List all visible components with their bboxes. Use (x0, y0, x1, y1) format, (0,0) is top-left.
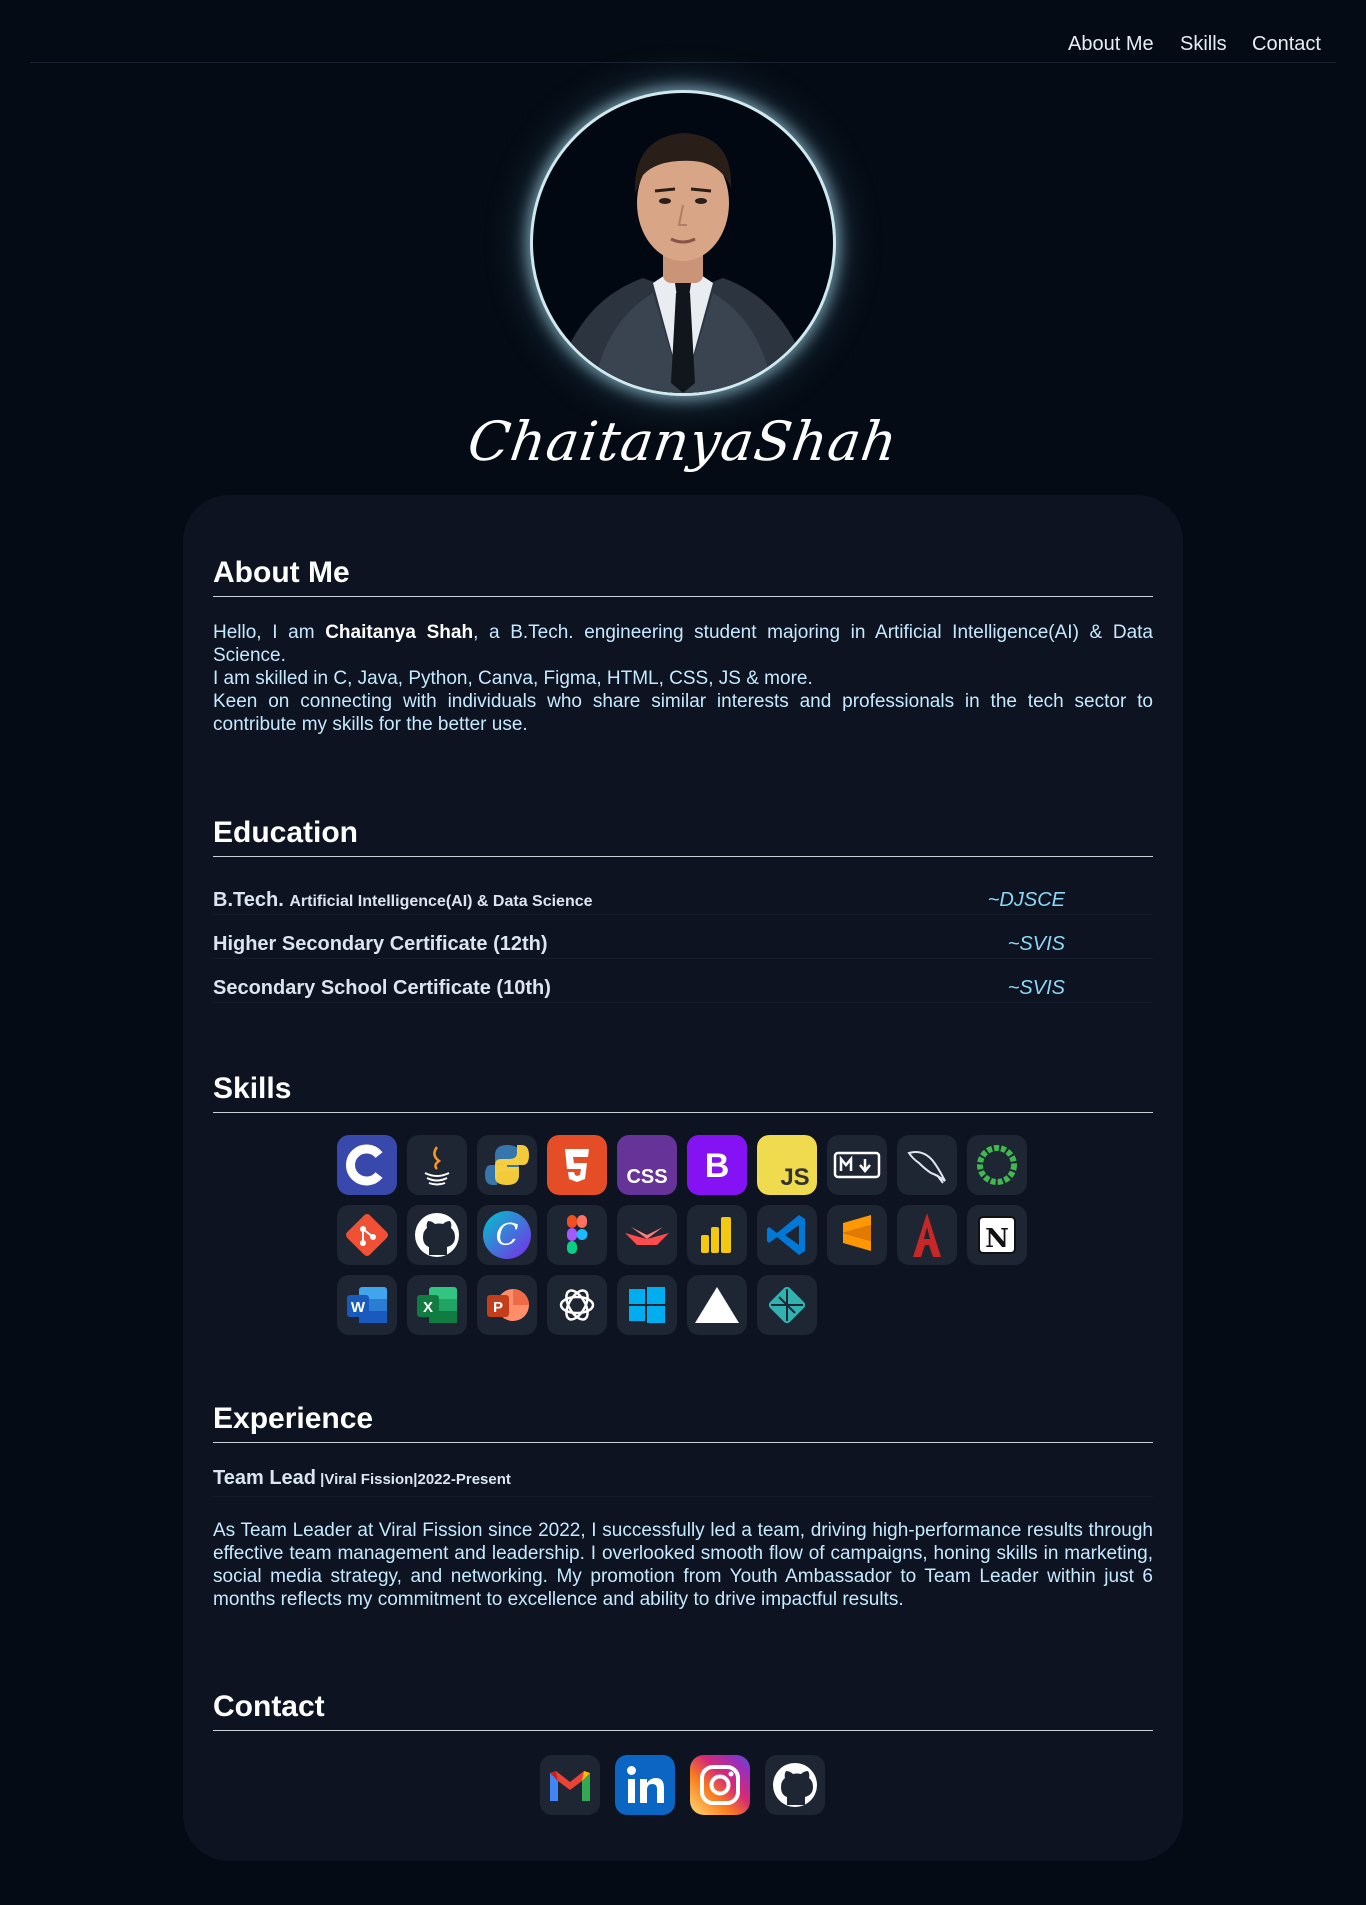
svg-text:X: X (423, 1299, 433, 1316)
about-line-3: Keen on connecting with individuals who … (213, 691, 1153, 735)
svg-text:P: P (493, 1299, 503, 1316)
github-icon[interactable] (765, 1755, 825, 1815)
profile-avatar (530, 90, 836, 396)
css-icon: CSS (617, 1135, 677, 1195)
github-icon (407, 1205, 467, 1265)
education-degree: Higher Secondary Certificate (12th) (213, 933, 548, 955)
python-icon (477, 1135, 537, 1195)
svg-text:JS: JS (780, 1164, 809, 1191)
about-line-2: I am skilled in C, Java, Python, Canva, … (213, 668, 813, 689)
sublime-icon (827, 1205, 887, 1265)
vercel-icon (687, 1275, 747, 1335)
gmail-icon[interactable] (540, 1755, 600, 1815)
powerpoint-icon: P (477, 1275, 537, 1335)
figma-icon (547, 1205, 607, 1265)
education-degree: B.Tech. Artificial Intelligence(AI) & Da… (213, 889, 593, 911)
windows-icon (617, 1275, 677, 1335)
education-institution: ~DJSCE (987, 889, 1065, 911)
top-nav: About Me Skills Contact (30, 0, 1336, 63)
experience-meta: |Viral Fission|2022-Present (316, 1471, 511, 1488)
java-icon (407, 1135, 467, 1195)
svg-text:B: B (705, 1147, 730, 1185)
education-row: Higher Secondary Certificate (12th) ~SVI… (213, 929, 1153, 959)
about-title: About Me (213, 555, 1153, 597)
experience-title: Experience (213, 1401, 1153, 1443)
experience-role: Team Lead (213, 1467, 316, 1489)
canva-icon: C (477, 1205, 537, 1265)
html5-icon (547, 1135, 607, 1195)
svg-text:N: N (985, 1224, 1009, 1254)
powerbi-icon (687, 1205, 747, 1265)
git-icon (337, 1205, 397, 1265)
education-row: B.Tech. Artificial Intelligence(AI) & Da… (213, 885, 1153, 915)
contact-title: Contact (213, 1689, 1153, 1731)
instagram-icon[interactable] (690, 1755, 750, 1815)
streamlit-icon (617, 1205, 677, 1265)
excel-icon: X (407, 1275, 467, 1335)
skills-title: Skills (213, 1071, 1153, 1113)
javascript-icon: JS (757, 1135, 817, 1195)
circle-ring-icon (967, 1135, 1027, 1195)
acrobat-icon (897, 1205, 957, 1265)
linkedin-icon[interactable] (615, 1755, 675, 1815)
mysql-icon (897, 1135, 957, 1195)
bootstrap-icon: B (687, 1135, 747, 1195)
education-institution: ~SVIS (1007, 933, 1065, 955)
svg-text:CSS: CSS (626, 1166, 667, 1188)
c-icon (337, 1135, 397, 1195)
signature-name: ChaitanyaShah (464, 410, 902, 473)
markdown-icon (827, 1135, 887, 1195)
word-icon: W (337, 1275, 397, 1335)
notion-icon: N (967, 1205, 1027, 1265)
nav-contact[interactable]: Contact (1252, 33, 1321, 56)
chatgpt-icon (547, 1275, 607, 1335)
education-row: Secondary School Certificate (10th) ~SVI… (213, 973, 1153, 1003)
vscode-icon (757, 1205, 817, 1265)
netlify-icon (757, 1275, 817, 1335)
education-degree: Secondary School Certificate (10th) (213, 977, 551, 999)
about-text: Hello, I am Chaitanya Shah, a B.Tech. en… (213, 621, 1153, 736)
nav-skills[interactable]: Skills (1180, 33, 1227, 56)
about-name: Chaitanya Shah (325, 622, 474, 643)
experience-header: Team Lead |Viral Fission|2022-Present (213, 1467, 1153, 1497)
education-title: Education (213, 815, 1153, 857)
svg-text:C: C (496, 1218, 519, 1253)
experience-description: As Team Leader at Viral Fission since 20… (213, 1520, 1153, 1610)
nav-about-me[interactable]: About Me (1068, 33, 1154, 56)
about-line-1: Hello, I am Chaitanya Shah, a B.Tech. en… (213, 622, 1153, 666)
content-card: About Me Hello, I am Chaitanya Shah, a B… (183, 495, 1183, 1861)
svg-text:W: W (351, 1299, 366, 1316)
education-institution: ~SVIS (1007, 977, 1065, 999)
